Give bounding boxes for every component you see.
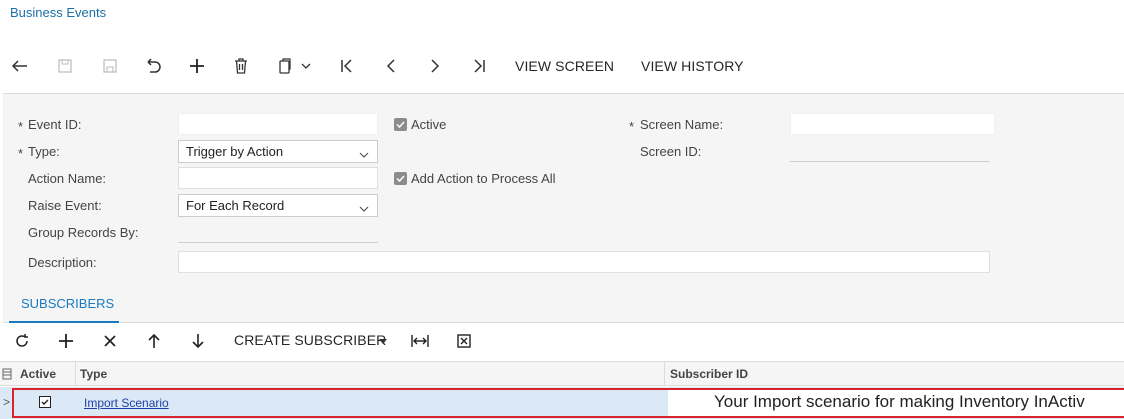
undo-icon[interactable] (139, 52, 167, 80)
description-label: Description: (28, 255, 97, 270)
raise-event-label: Raise Event: (28, 198, 102, 213)
fit-columns-icon[interactable] (408, 329, 432, 353)
next-icon[interactable] (421, 52, 449, 80)
active-label: Active (411, 117, 447, 132)
create-subscriber-button[interactable]: CREATE SUBSCRIBER (234, 332, 386, 348)
screen-id-label: Screen ID: (640, 144, 702, 159)
chevron-down-icon (359, 146, 369, 161)
required-marker: * (629, 119, 635, 134)
view-screen-button[interactable]: VIEW SCREEN (515, 58, 614, 74)
screen-name-field[interactable] (790, 113, 995, 135)
grid-header: Active Type Subscriber ID (0, 361, 1124, 386)
main-toolbar: VIEW SCREEN VIEW HISTORY (0, 52, 1124, 80)
add-action-label: Add Action to Process All (411, 171, 556, 186)
required-marker: * (18, 146, 24, 161)
group-records-by-label: Group Records By: (28, 225, 139, 240)
required-marker: * (18, 119, 24, 134)
grid-toolbar: CREATE SUBSCRIBER (0, 327, 1124, 355)
prev-icon[interactable] (377, 52, 405, 80)
add-icon[interactable] (183, 52, 211, 80)
save-icon[interactable] (96, 52, 124, 80)
tab-active-indicator (9, 321, 119, 323)
column-divider (664, 362, 665, 386)
caret-down-icon[interactable] (374, 329, 392, 353)
row-selector-icon[interactable]: > (3, 395, 10, 409)
last-icon[interactable] (465, 52, 493, 80)
tab-subscribers[interactable]: SUBSCRIBERS (21, 296, 114, 311)
chevron-down-icon[interactable] (296, 52, 316, 80)
delete-icon[interactable] (227, 52, 255, 80)
raise-event-value: For Each Record (186, 198, 285, 213)
column-settings-icon[interactable] (0, 363, 14, 385)
description-field[interactable] (178, 251, 990, 273)
group-records-by-field[interactable] (178, 221, 378, 243)
action-name-label: Action Name: (28, 171, 107, 186)
delete-icon[interactable] (98, 329, 122, 353)
add-action-checkbox[interactable] (394, 172, 407, 185)
add-icon[interactable] (54, 329, 78, 353)
action-name-field[interactable] (178, 167, 378, 189)
screen-name-label: Screen Name: (640, 117, 724, 132)
export-excel-icon[interactable] (452, 329, 476, 353)
page-title: Business Events (10, 5, 107, 20)
type-label: Type: (28, 144, 60, 159)
type-value: Trigger by Action (186, 144, 284, 159)
view-history-button[interactable]: VIEW HISTORY (641, 58, 744, 74)
event-id-label: Event ID: (28, 117, 82, 132)
active-checkbox[interactable] (394, 118, 407, 131)
raise-event-select[interactable]: For Each Record (178, 194, 378, 217)
refresh-icon[interactable] (10, 329, 34, 353)
type-select[interactable]: Trigger by Action (178, 140, 378, 163)
screen-id-field (790, 140, 990, 162)
chevron-down-icon (359, 200, 369, 215)
first-icon[interactable] (333, 52, 361, 80)
copy-paste-icon[interactable] (271, 52, 299, 80)
column-header-type[interactable]: Type (80, 367, 107, 381)
row-highlight (12, 388, 1124, 418)
event-id-field[interactable] (178, 113, 378, 135)
move-down-icon[interactable] (186, 329, 210, 353)
move-up-icon[interactable] (142, 329, 166, 353)
column-divider (75, 362, 76, 386)
column-header-active[interactable]: Active (20, 367, 56, 381)
back-icon[interactable] (6, 52, 34, 80)
column-header-subscriber-id[interactable]: Subscriber ID (670, 367, 748, 381)
save-close-icon[interactable] (51, 52, 79, 80)
tab-bar: SUBSCRIBERS (3, 288, 1124, 323)
